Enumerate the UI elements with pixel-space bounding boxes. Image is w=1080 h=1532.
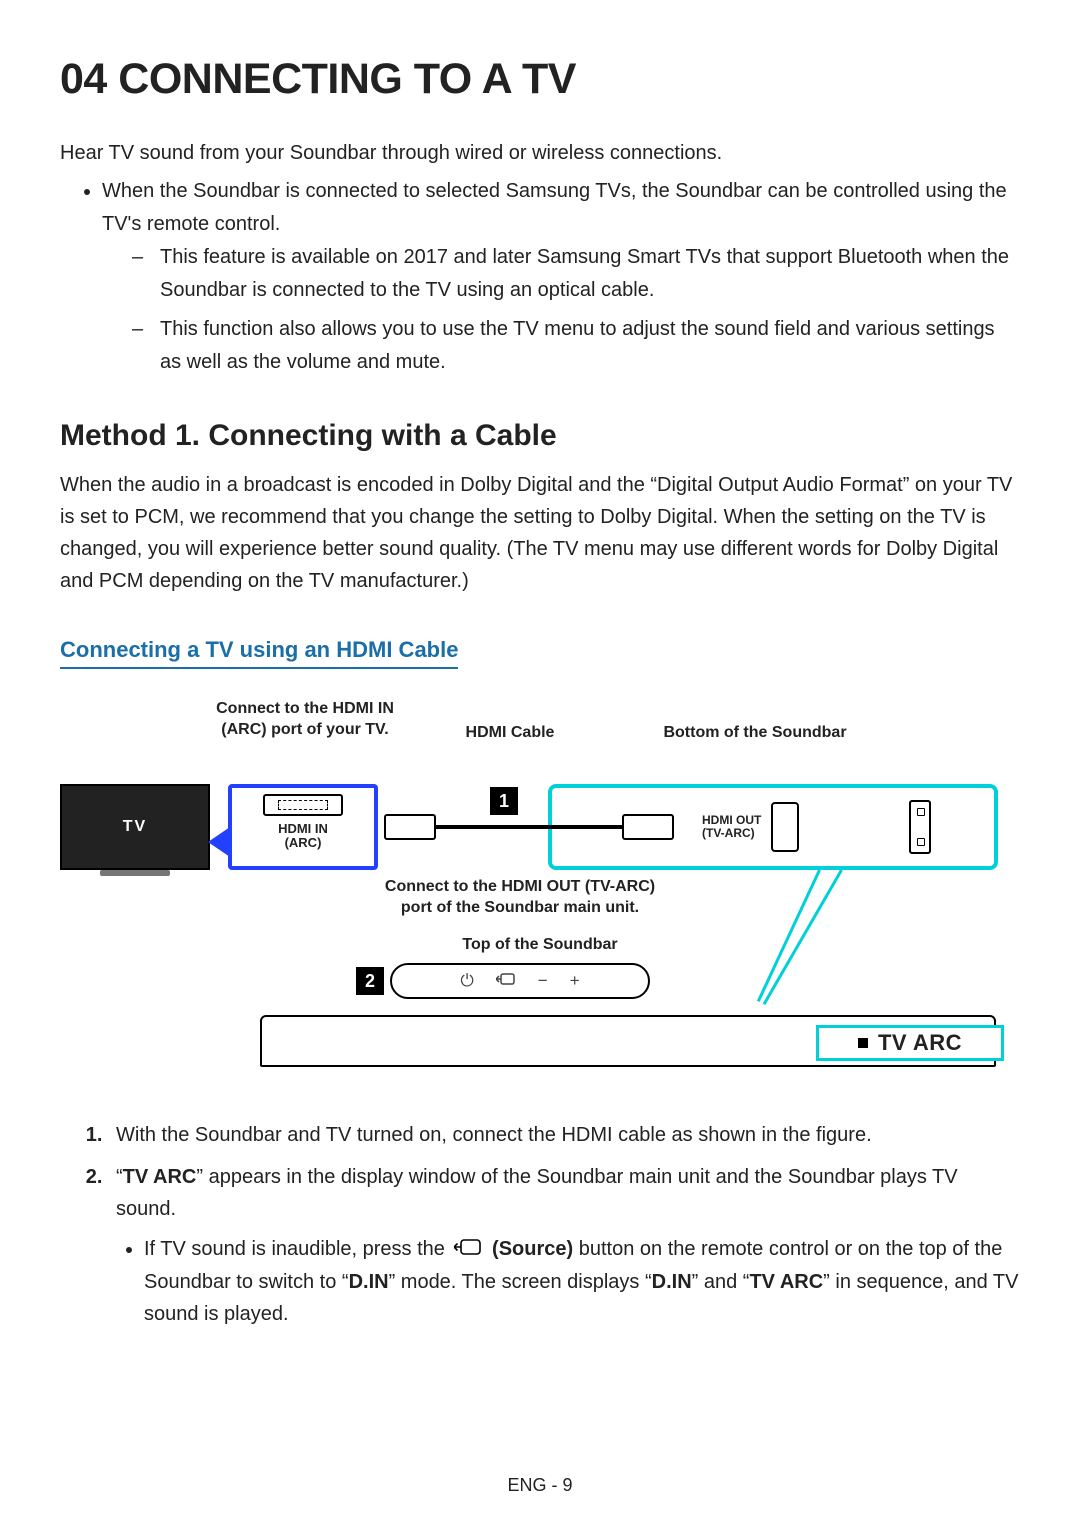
sub-heading-hdmi: Connecting a TV using an HDMI Cable (60, 637, 458, 669)
method-paragraph: When the audio in a broadcast is encoded… (60, 469, 1020, 597)
tv-pointer-arrow (208, 827, 230, 857)
hdmi-in-label-line1: HDMI IN (278, 821, 328, 836)
dash-tv-menu: This function also allows you to use the… (132, 313, 1020, 379)
power-icon: ⏻ (460, 971, 473, 991)
connector-line-icon (763, 869, 843, 1005)
hdmi-slot-icon (263, 794, 343, 816)
method-heading: Method 1. Connecting with a Cable (60, 419, 1020, 453)
plus-icon: + (570, 971, 580, 991)
soundbar-front-panel: TV ARC (260, 1015, 996, 1067)
step-1: With the Soundbar and TV turned on, conn… (108, 1119, 1020, 1151)
hdmi-in-port: HDMI IN (ARC) (228, 784, 378, 870)
step-badge-1: 1 (490, 787, 518, 815)
bullet-text: When the Soundbar is connected to select… (102, 180, 1007, 235)
label-top-soundbar: Top of the Soundbar (440, 935, 640, 956)
dash-feature-2017: This feature is available on 2017 and la… (132, 241, 1020, 307)
bold-din-1: D.IN (349, 1271, 389, 1293)
soundbar-display: TV ARC (816, 1025, 1004, 1061)
page-title: 04 CONNECTING TO A TV (60, 55, 1020, 104)
step-badge-2: 2 (356, 967, 384, 995)
label-hdmi-cable: HDMI Cable (440, 723, 580, 744)
bold-tv-arc-2: TV ARC (749, 1271, 823, 1293)
connector-line-icon (757, 869, 821, 1002)
hdmi-cable-graphic (384, 814, 674, 840)
label-connect-hdmi-in: Connect to the HDMI IN (ARC) port of you… (180, 699, 430, 741)
display-text: TV ARC (878, 1030, 962, 1056)
tv-stand-graphic (100, 870, 170, 876)
label-bottom-soundbar: Bottom of the Soundbar (630, 723, 880, 744)
source-button-icon (454, 1234, 482, 1266)
hdmi-in-label-line2: (ARC) (285, 835, 322, 850)
bullet-remote-control: When the Soundbar is connected to select… (102, 175, 1020, 379)
aux-port-icon (909, 800, 931, 854)
tv-graphic: TV (60, 784, 210, 870)
step-2-sub: If TV sound is inaudible, press the (Sou… (144, 1233, 1020, 1330)
bold-tv-arc: TV ARC (123, 1166, 197, 1188)
connection-diagram: Connect to the HDMI IN (ARC) port of you… (60, 699, 1020, 1089)
hdmi-plug-left-icon (384, 814, 436, 840)
minus-icon: − (538, 971, 548, 991)
page-footer: ENG - 9 (0, 1475, 1080, 1496)
bold-din-2: D.IN (652, 1271, 692, 1293)
hdmi-out-port-icon (771, 802, 799, 852)
intro-text: Hear TV sound from your Soundbar through… (60, 142, 1020, 165)
display-dot-icon (858, 1038, 868, 1048)
step-2: “TV ARC” appears in the display window o… (108, 1161, 1020, 1330)
bold-source: (Source) (492, 1238, 573, 1260)
soundbar-top-panel: ⏻ − + (390, 963, 650, 999)
hdmi-plug-right-icon (622, 814, 674, 840)
hdmi-out-label-line2: (TV-ARC) (702, 826, 755, 840)
source-icon (496, 971, 516, 992)
tv-label: TV (123, 818, 147, 836)
label-connect-hdmi-out: Connect to the HDMI OUT (TV-ARC) port of… (350, 877, 690, 919)
